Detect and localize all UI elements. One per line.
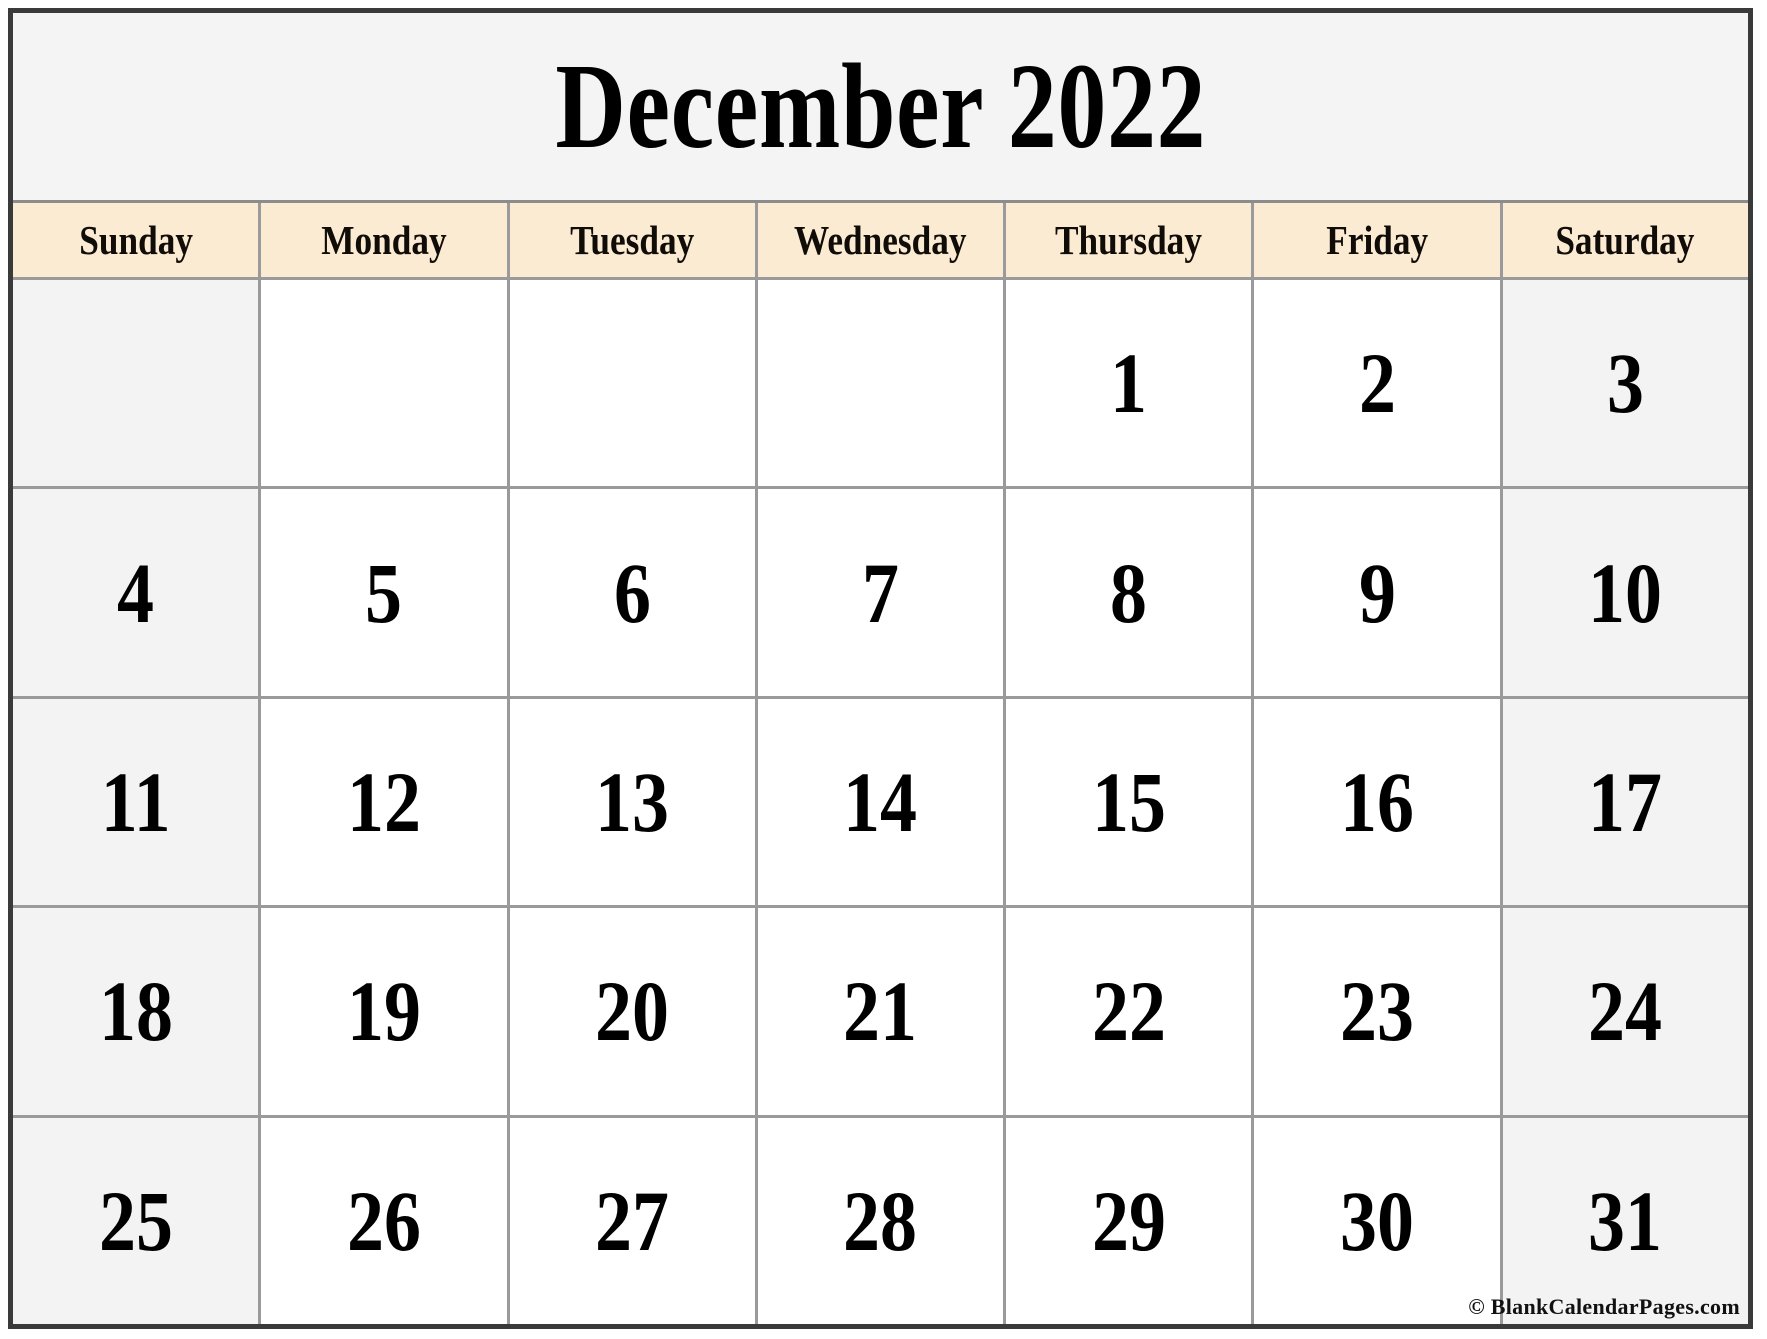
weekday-header-monday: Monday xyxy=(261,203,507,277)
day-cell[interactable]: 16 xyxy=(1254,698,1500,906)
day-cell[interactable]: 5 xyxy=(261,489,507,696)
day-cell[interactable]: 24 xyxy=(1502,908,1748,1115)
day-cell[interactable]: 20 xyxy=(509,908,755,1115)
weekday-header-friday: Friday xyxy=(1254,203,1500,277)
day-number: 29 xyxy=(1091,1172,1166,1269)
weekday-header-wednesday: Wednesday xyxy=(757,203,1004,277)
day-number: 5 xyxy=(365,544,403,641)
day-cell[interactable]: 13 xyxy=(509,698,755,906)
calendar-grid: Sunday Monday Tuesday Wednesday Thursday… xyxy=(13,203,1748,1325)
day-cell[interactable]: 18 xyxy=(13,908,259,1115)
day-number: 30 xyxy=(1340,1172,1415,1269)
calendar-week-row: 25 26 27 28 29 30 31 © BlankCalendarPage… xyxy=(13,1117,1748,1325)
day-cell[interactable]: 6 xyxy=(509,489,755,696)
page-title: December 2022 xyxy=(555,38,1206,174)
weekday-header-saturday: Saturday xyxy=(1502,203,1748,277)
copyright-credit: © BlankCalendarPages.com xyxy=(1468,1294,1740,1320)
day-number: 31 xyxy=(1588,1172,1663,1269)
day-number: 21 xyxy=(843,963,918,1060)
day-cell[interactable] xyxy=(13,280,259,487)
weekday-header-label: Saturday xyxy=(1555,216,1695,263)
day-number: 8 xyxy=(1110,544,1148,641)
day-number: 15 xyxy=(1091,754,1166,851)
day-cell[interactable]: 7 xyxy=(757,489,1004,696)
day-number: 18 xyxy=(98,963,173,1060)
day-cell[interactable]: 10 xyxy=(1502,489,1748,696)
day-cell[interactable]: 22 xyxy=(1006,908,1252,1115)
calendar-week-row: 11 12 13 14 15 16 17 xyxy=(13,698,1748,906)
day-number: 7 xyxy=(861,544,899,641)
day-cell[interactable]: 21 xyxy=(757,908,1004,1115)
day-number: 25 xyxy=(98,1172,173,1269)
calendar-week-row: 1 2 3 xyxy=(13,280,1748,487)
day-cell[interactable]: 26 xyxy=(261,1117,507,1325)
day-number: 28 xyxy=(843,1172,918,1269)
day-cell[interactable]: 25 xyxy=(13,1117,259,1325)
day-number: 2 xyxy=(1358,335,1396,432)
day-cell[interactable]: 17 xyxy=(1502,698,1748,906)
day-cell[interactable]: 28 xyxy=(757,1117,1004,1325)
weekday-header-label: Wednesday xyxy=(794,216,967,263)
day-number: 9 xyxy=(1358,544,1396,641)
day-cell[interactable]: 1 xyxy=(1006,280,1252,487)
day-number: 1 xyxy=(1110,335,1148,432)
day-number: 19 xyxy=(346,963,421,1060)
day-number: 22 xyxy=(1091,963,1166,1060)
day-cell[interactable]: 8 xyxy=(1006,489,1252,696)
day-number: 3 xyxy=(1606,335,1644,432)
day-number: 14 xyxy=(843,754,918,851)
day-cell[interactable]: 3 xyxy=(1502,280,1748,487)
day-cell[interactable]: 11 xyxy=(13,698,259,906)
calendar-week-row: 4 5 6 7 8 9 10 xyxy=(13,489,1748,696)
day-number: 16 xyxy=(1340,754,1415,851)
day-number: 13 xyxy=(595,754,670,851)
weekday-header-label: Sunday xyxy=(78,216,193,263)
day-cell[interactable] xyxy=(509,280,755,487)
weekday-header-label: Thursday xyxy=(1055,216,1203,263)
calendar-week-row: 18 19 20 21 22 23 24 xyxy=(13,908,1748,1115)
day-cell[interactable]: 9 xyxy=(1254,489,1500,696)
day-number: 6 xyxy=(613,544,651,641)
weekday-header-sunday: Sunday xyxy=(13,203,259,277)
weekday-header-label: Friday xyxy=(1326,216,1428,263)
day-cell[interactable]: 15 xyxy=(1006,698,1252,906)
day-cell[interactable]: 12 xyxy=(261,698,507,906)
day-number: 20 xyxy=(595,963,670,1060)
day-cell[interactable]: 23 xyxy=(1254,908,1500,1115)
calendar-frame: December 2022 Sunday Monday Tuesday Wedn… xyxy=(8,8,1753,1329)
weekday-header-thursday: Thursday xyxy=(1006,203,1252,277)
day-number: 12 xyxy=(346,754,421,851)
calendar-page: December 2022 Sunday Monday Tuesday Wedn… xyxy=(0,0,1767,1339)
weekday-header-tuesday: Tuesday xyxy=(509,203,755,277)
weekday-header-row: Sunday Monday Tuesday Wednesday Thursday… xyxy=(13,203,1748,277)
day-number: 27 xyxy=(595,1172,670,1269)
day-cell[interactable] xyxy=(757,280,1004,487)
day-cell[interactable] xyxy=(261,280,507,487)
day-number: 10 xyxy=(1588,544,1663,641)
day-cell[interactable]: 31 © BlankCalendarPages.com xyxy=(1468,1117,1748,1325)
day-number: 26 xyxy=(346,1172,421,1269)
day-number: 4 xyxy=(117,544,155,641)
day-number: 17 xyxy=(1588,754,1663,851)
day-cell[interactable]: 2 xyxy=(1254,280,1500,487)
weekday-header-label: Tuesday xyxy=(570,216,695,263)
day-cell[interactable]: 4 xyxy=(13,489,259,696)
day-cell[interactable]: 27 xyxy=(509,1117,755,1325)
weekday-header-label: Monday xyxy=(321,216,447,263)
day-cell[interactable]: 30 xyxy=(1254,1117,1500,1325)
day-number: 24 xyxy=(1588,963,1663,1060)
day-cell[interactable]: 29 xyxy=(1006,1117,1252,1325)
day-number: 23 xyxy=(1340,963,1415,1060)
day-cell[interactable]: 14 xyxy=(757,698,1004,906)
day-cell[interactable]: 19 xyxy=(261,908,507,1115)
day-number: 11 xyxy=(100,754,171,851)
calendar-title-bar: December 2022 xyxy=(13,13,1748,203)
